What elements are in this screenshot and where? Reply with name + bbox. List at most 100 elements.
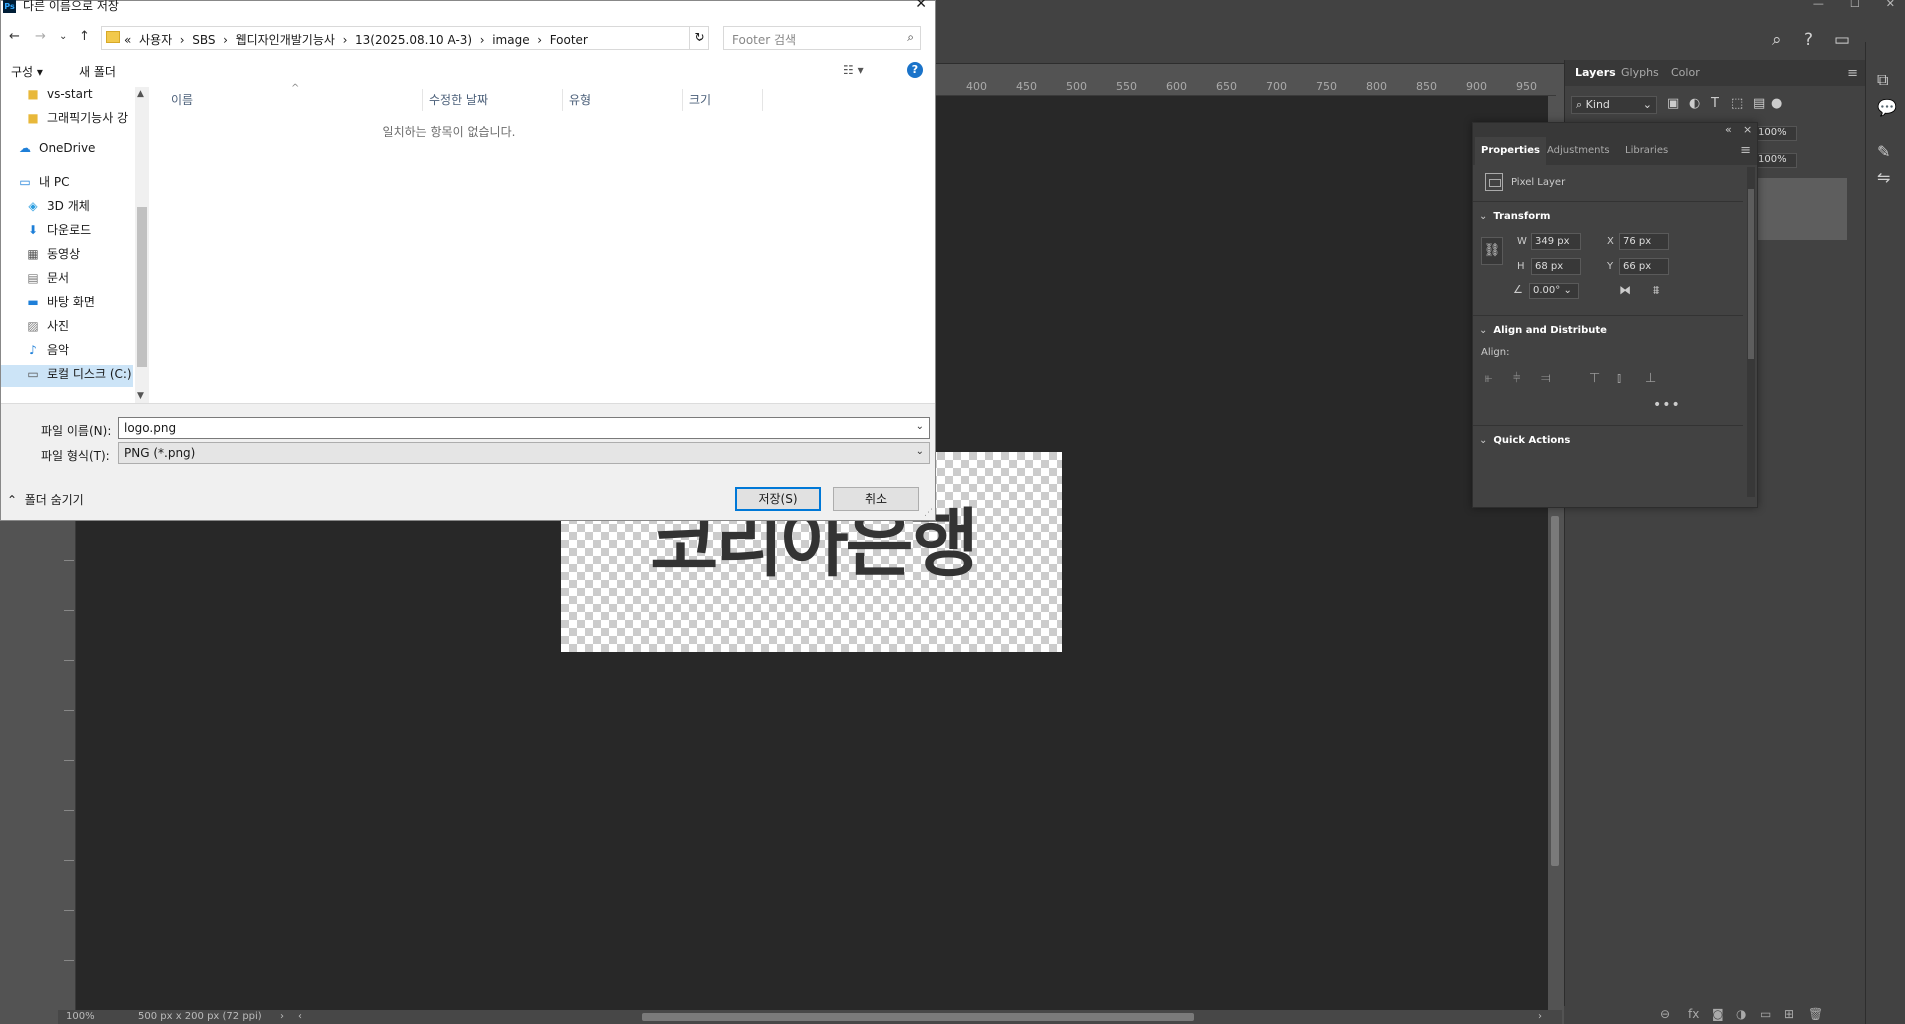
scrollbar-thumb[interactable] [137, 207, 147, 367]
tab-layers[interactable]: Layers [1575, 66, 1616, 79]
panel-menu-icon[interactable]: ≡ [1740, 143, 1751, 158]
tab-glyphs[interactable]: Glyphs [1621, 66, 1659, 79]
panel-menu-icon[interactable]: ≡ [1847, 66, 1858, 81]
adjustment-filter-icon[interactable]: ◐ [1689, 96, 1700, 111]
tab-properties[interactable]: Properties [1475, 137, 1546, 165]
nav-item-this-pc[interactable]: ▭ 내 PC [1, 173, 133, 195]
nav-item-pictures[interactable]: ▨ 사진 [1, 317, 133, 339]
scrollbar-thumb[interactable] [1748, 189, 1754, 359]
column-header-date[interactable]: 수정한 날짜 [423, 89, 563, 111]
tab-adjustments[interactable]: Adjustments [1541, 137, 1616, 165]
align-bottom-icon[interactable]: ⊥ [1645, 371, 1656, 386]
recent-locations-icon[interactable]: ⌄ [59, 31, 67, 42]
nav-item-local-disk[interactable]: ▭ 로컬 디스크 (C:) [1, 365, 133, 387]
trash-icon[interactable]: 🗑 [1808, 1007, 1823, 1021]
nav-item-vs-start[interactable]: ■ vs-start [1, 87, 133, 109]
new-group-icon[interactable]: ▭ [1760, 1007, 1771, 1021]
minimize-icon[interactable]: — [1813, 0, 1824, 9]
transform-section-header[interactable]: ⌄ Transform [1479, 211, 1550, 222]
new-layer-icon[interactable]: ⊞ [1784, 1007, 1794, 1021]
breadcrumb-item[interactable]: Footer [550, 33, 588, 47]
nav-item-graphics-course[interactable]: ■ 그래픽기능사 강 [1, 109, 133, 131]
column-header-size[interactable]: 크기 [683, 89, 763, 111]
breadcrumb-item[interactable]: 사용자 [139, 33, 172, 47]
type-filter-icon[interactable]: T [1711, 96, 1719, 111]
breadcrumb-separator[interactable]: › [223, 33, 228, 47]
nav-item-3d-objects[interactable]: ◈ 3D 개체 [1, 197, 133, 219]
search-icon[interactable]: ⌕ [1772, 32, 1782, 49]
resize-grip-icon[interactable]: ⋰ [924, 508, 933, 518]
search-input[interactable]: Footer 검색 ⌕ [723, 26, 921, 50]
file-type-select[interactable]: PNG (*.png) ⌄ [118, 442, 930, 464]
kind-filter-select[interactable]: ⌕ Kind ⌄ [1571, 96, 1657, 114]
zoom-level[interactable]: 100% [66, 1011, 95, 1022]
shape-filter-icon[interactable]: ⬚ [1731, 96, 1743, 111]
layer-row[interactable] [1757, 178, 1847, 240]
save-button[interactable]: 저장(S) [735, 487, 821, 511]
breadcrumb-separator[interactable]: › [480, 33, 485, 47]
align-top-icon[interactable]: ⊤ [1589, 371, 1600, 386]
breadcrumb-separator[interactable]: › [343, 33, 348, 47]
smart-object-filter-icon[interactable]: ▤ [1753, 96, 1765, 111]
nav-item-downloads[interactable]: ⬇ 다운로드 [1, 221, 133, 243]
forward-arrow-icon[interactable]: → [35, 29, 46, 44]
breadcrumb-item[interactable]: 13(2025.08.10 A-3) [355, 33, 472, 47]
breadcrumb-separator[interactable]: › [180, 33, 185, 47]
x-field[interactable]: 76 px [1619, 233, 1669, 250]
help-icon[interactable]: ? [907, 62, 923, 78]
breadcrumb-item[interactable]: image [492, 33, 529, 47]
flip-vertical-icon[interactable]: ⩩ [1653, 283, 1659, 298]
align-center-horizontal-icon[interactable]: ⫩ [1513, 371, 1520, 386]
adjustment-layer-icon[interactable]: ◑ [1736, 1007, 1746, 1021]
scroll-down-icon[interactable]: ▼ [137, 391, 144, 401]
workspace-icon[interactable]: ▭ [1834, 32, 1850, 49]
close-icon[interactable]: ✕ [1886, 0, 1895, 9]
fx-icon[interactable]: fx [1688, 1007, 1699, 1021]
nav-item-documents[interactable]: ▤ 문서 [1, 269, 133, 291]
chevron-down-icon[interactable]: ⌄ [916, 421, 924, 432]
up-arrow-icon[interactable]: ↑ [79, 29, 90, 44]
tab-libraries[interactable]: Libraries [1619, 137, 1674, 165]
column-header-name[interactable]: 이름 [165, 89, 423, 111]
refresh-icon[interactable]: ↻ [689, 26, 709, 50]
breadcrumb-item[interactable]: 웹디자인개발기능사 [236, 33, 335, 47]
close-icon[interactable]: × [1743, 123, 1752, 136]
nav-item-videos[interactable]: ▦ 동영상 [1, 245, 133, 267]
comments-icon[interactable]: 💬 [1877, 98, 1897, 117]
new-folder-button[interactable]: 새 폴더 [79, 63, 116, 80]
overflow-chevron[interactable]: « [124, 33, 131, 47]
navigation-scrollbar[interactable]: ▲ ▼ [135, 87, 149, 403]
breadcrumb-separator[interactable]: › [537, 33, 542, 47]
align-left-icon[interactable]: ⫦ [1485, 371, 1492, 386]
file-name-input[interactable]: logo.png ⌄ [118, 417, 930, 439]
link-layers-icon[interactable]: ⊖ [1660, 1007, 1670, 1021]
opacity-field[interactable]: 100% [1755, 126, 1797, 141]
hide-folders-toggle[interactable]: ⌃ 폴더 숨기기 [7, 491, 84, 508]
collapse-icon[interactable]: « [1725, 123, 1732, 136]
nav-item-onedrive[interactable]: ☁ OneDrive [1, 141, 133, 163]
status-arrow-icon[interactable]: › [280, 1011, 284, 1022]
history-icon[interactable]: ⧉ [1877, 70, 1888, 90]
column-header-type[interactable]: 유형 [563, 89, 683, 111]
height-field[interactable]: 68 px [1531, 258, 1581, 275]
nav-item-music[interactable]: ♪ 음악 [1, 341, 133, 363]
pixel-filter-icon[interactable]: ▣ [1667, 96, 1679, 111]
view-options-icon[interactable]: ☷ ▾ [843, 63, 864, 77]
back-arrow-icon[interactable]: ← [9, 29, 20, 44]
scrollbar-thumb[interactable] [1551, 516, 1559, 866]
tab-color[interactable]: Color [1671, 66, 1700, 79]
fill-field[interactable]: 100% [1755, 153, 1797, 168]
breadcrumb-item[interactable]: SBS [192, 33, 215, 47]
nav-item-desktop[interactable]: ▬ 바탕 화면 [1, 293, 133, 315]
quick-actions-section-header[interactable]: ⌄ Quick Actions [1479, 435, 1570, 446]
link-icon[interactable]: ⛓ [1481, 237, 1503, 265]
cancel-button[interactable]: 취소 [833, 487, 919, 511]
help-icon[interactable]: ? [1804, 32, 1813, 49]
scroll-left-icon[interactable]: ‹ [298, 1011, 302, 1022]
filter-toggle-icon[interactable]: ● [1771, 96, 1782, 111]
organize-button[interactable]: 구성 ▾ [11, 63, 43, 80]
align-middle-vertical-icon[interactable]: ⫾ [1617, 371, 1621, 386]
brush-icon[interactable]: ✎ [1877, 142, 1890, 161]
adjust-sliders-icon[interactable]: ⇋ [1877, 168, 1890, 187]
scroll-right-icon[interactable]: › [1538, 1011, 1542, 1022]
